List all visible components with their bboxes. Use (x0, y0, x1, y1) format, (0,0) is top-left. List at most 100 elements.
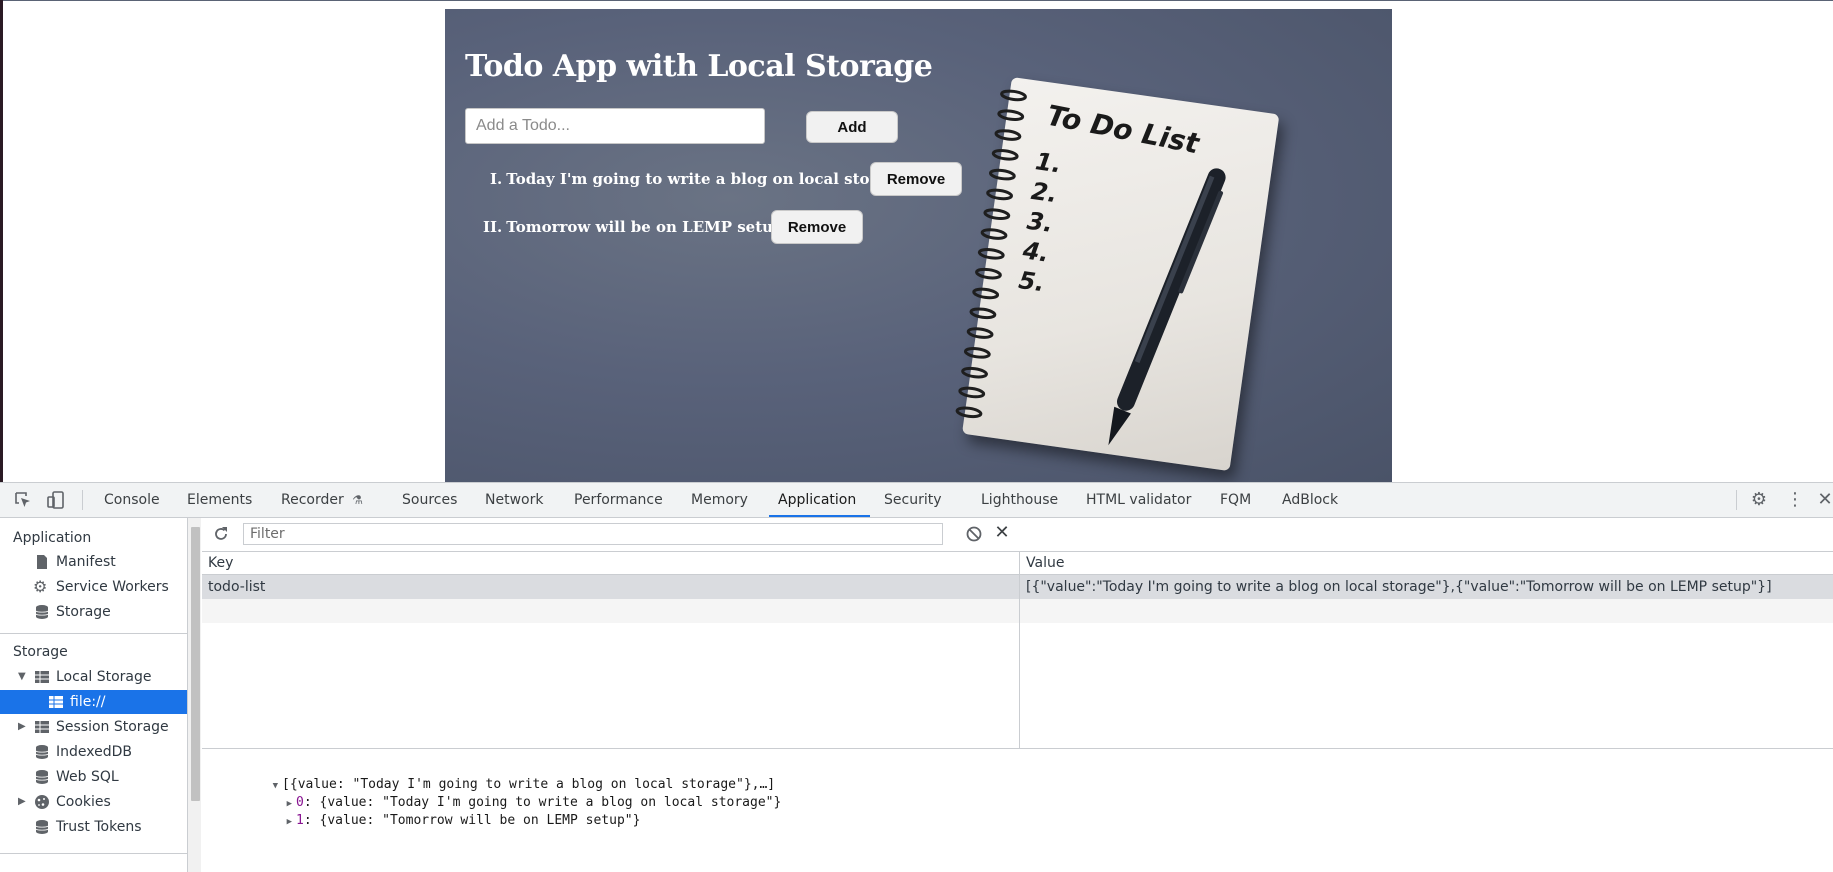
window-top-border (0, 0, 1833, 1)
sidebar-scrollbar-thumb[interactable] (191, 527, 200, 801)
sidebar-item-label: Cookies (56, 794, 111, 810)
refresh-icon[interactable] (212, 525, 230, 543)
application-sidebar: Application Manifest ⚙ Service Workers S… (0, 518, 188, 872)
cookie-icon (35, 795, 49, 809)
column-header-value[interactable]: Value (1019, 552, 1833, 574)
table-row[interactable]: todo-list [{"value":"Today I'm going to … (202, 575, 1833, 599)
tab-network[interactable]: Network (485, 483, 543, 517)
sidebar-item-label: Service Workers (56, 579, 169, 595)
tab-html-validator[interactable]: HTML validator (1086, 483, 1191, 517)
expand-triangle-icon[interactable]: ▶ (18, 715, 26, 739)
table-row-empty[interactable] (202, 599, 1833, 623)
table-grid-icon (35, 671, 49, 683)
sidebar-item-cookies[interactable]: ▶ Cookies (0, 790, 187, 814)
notebook-line: 3. (1025, 206, 1055, 238)
table-grid-icon (35, 721, 49, 733)
add-button[interactable]: Add (806, 111, 898, 143)
devtools-tabbar: Console Elements Recorder ⚗ Sources Netw… (0, 483, 1833, 518)
app-title: Todo App with Local Storage (465, 49, 933, 84)
tab-adblock[interactable]: AdBlock (1282, 483, 1338, 517)
delete-selected-icon[interactable]: ✕ (992, 523, 1012, 543)
toolbar-divider (1736, 490, 1737, 510)
column-header-key[interactable]: Key (202, 552, 1019, 574)
expand-triangle-icon[interactable]: ▶ (287, 817, 292, 827)
close-devtools-icon[interactable]: ✕ (1815, 490, 1833, 510)
flask-icon: ⚗ (352, 493, 363, 507)
tab-application[interactable]: Application (768, 483, 871, 517)
sidebar-divider (0, 853, 187, 854)
database-icon (35, 770, 49, 784)
preview-root[interactable]: ▼ [{value: "Today I'm going to write a bl… (210, 755, 776, 792)
notebook-line: 2. (1029, 176, 1059, 209)
sidebar-item-label: Local Storage (56, 669, 152, 685)
sidebar-item-websql[interactable]: Web SQL (0, 765, 187, 789)
table-cell-value[interactable] (1019, 599, 1833, 623)
database-icon (35, 820, 49, 834)
filter-input[interactable] (243, 523, 943, 545)
sidebar-item-session-storage[interactable]: ▶ Session Storage (0, 715, 187, 739)
sidebar-item-storage[interactable]: Storage (0, 600, 187, 624)
notebook-line: 4. (1021, 236, 1051, 268)
todo-text: Tomorrow will be on LEMP setup (506, 218, 784, 236)
sidebar-divider (0, 633, 187, 634)
todo-item: II. Tomorrow will be on LEMP setup (483, 218, 784, 236)
remove-button[interactable]: Remove (870, 162, 962, 196)
storage-toolbar: ✕ (202, 518, 1833, 552)
sidebar-item-label: Web SQL (56, 769, 119, 785)
todo-number: II. (483, 218, 503, 236)
toolbar-divider (82, 490, 83, 510)
todo-number: I. (490, 170, 503, 188)
device-toolbar-icon[interactable] (47, 491, 65, 509)
value-preview: ▼ [{value: "Today I'm going to write a bl… (202, 749, 1833, 872)
sidebar-item-service-workers[interactable]: ⚙ Service Workers (0, 575, 187, 599)
sidebar-item-label: Trust Tokens (56, 819, 142, 835)
notebook-line: 1. (1033, 147, 1064, 179)
tab-security[interactable]: Security (884, 483, 942, 517)
storage-view: ✕ Key Value todo-list [{"value":"Today I… (202, 518, 1833, 872)
sidebar-header-storage: Storage (13, 644, 68, 660)
sidebar-item-trust-tokens[interactable]: Trust Tokens (0, 815, 187, 839)
table-header: Key Value (202, 552, 1833, 575)
file-icon (37, 555, 47, 569)
sidebar-item-label: IndexedDB (56, 744, 132, 760)
sidebar-item-label: Manifest (56, 554, 116, 570)
tab-memory[interactable]: Memory (691, 483, 748, 517)
table-cell-key[interactable] (202, 599, 1019, 623)
sidebar-item-local-origin[interactable]: file:// (0, 690, 187, 714)
column-divider (1019, 623, 1020, 748)
tab-performance[interactable]: Performance (574, 483, 663, 517)
preview-item-value: {value: "Tomorrow will be on LEMP setup"… (319, 813, 641, 828)
tab-lighthouse[interactable]: Lighthouse (981, 483, 1058, 517)
sidebar-item-label: file:// (70, 694, 106, 710)
sidebar-item-label: Session Storage (56, 719, 169, 735)
sidebar-item-label: Storage (56, 604, 111, 620)
preview-item[interactable]: ▶ 0: {value: "Today I'm going to write a … (224, 773, 782, 810)
notebook-line: 5. (1016, 266, 1047, 298)
more-options-icon[interactable]: ⋮ (1785, 490, 1805, 510)
tab-fqm[interactable]: FQM (1220, 483, 1251, 517)
tab-elements[interactable]: Elements (187, 483, 252, 517)
preview-item[interactable]: ▶ 1: {value: "Tomorrow will be on LEMP se… (224, 791, 641, 828)
sidebar-item-local-storage[interactable]: ▼ Local Storage (0, 665, 187, 689)
sidebar-item-manifest[interactable]: Manifest (0, 550, 187, 574)
todo-app-card: Todo App with Local Storage Add I. Today… (445, 9, 1392, 482)
table-cell-value[interactable]: [{"value":"Today I'm going to write a bl… (1019, 575, 1833, 599)
todo-item: I. Today I'm going to write a blog on lo… (490, 170, 907, 188)
remove-button[interactable]: Remove (771, 210, 863, 244)
storage-table: Key Value todo-list [{"value":"Today I'm… (202, 552, 1833, 748)
preview-item-index: 1 (296, 813, 304, 828)
table-grid-icon (49, 696, 63, 708)
devtools-panel: Console Elements Recorder ⚗ Sources Netw… (0, 482, 1833, 872)
table-cell-key[interactable]: todo-list (202, 575, 1019, 599)
tab-recorder-label: Recorder (281, 492, 344, 508)
tab-sources[interactable]: Sources (402, 483, 457, 517)
tab-recorder[interactable]: Recorder ⚗ (281, 483, 363, 517)
sidebar-item-indexeddb[interactable]: IndexedDB (0, 740, 187, 764)
expand-triangle-icon[interactable]: ▼ (18, 665, 26, 689)
todo-input[interactable] (465, 108, 765, 144)
inspect-element-icon[interactable] (14, 491, 32, 509)
settings-gear-icon[interactable]: ⚙ (1749, 490, 1769, 510)
tab-console[interactable]: Console (104, 483, 160, 517)
expand-triangle-icon[interactable]: ▶ (18, 790, 26, 814)
clear-all-icon[interactable] (965, 525, 983, 543)
